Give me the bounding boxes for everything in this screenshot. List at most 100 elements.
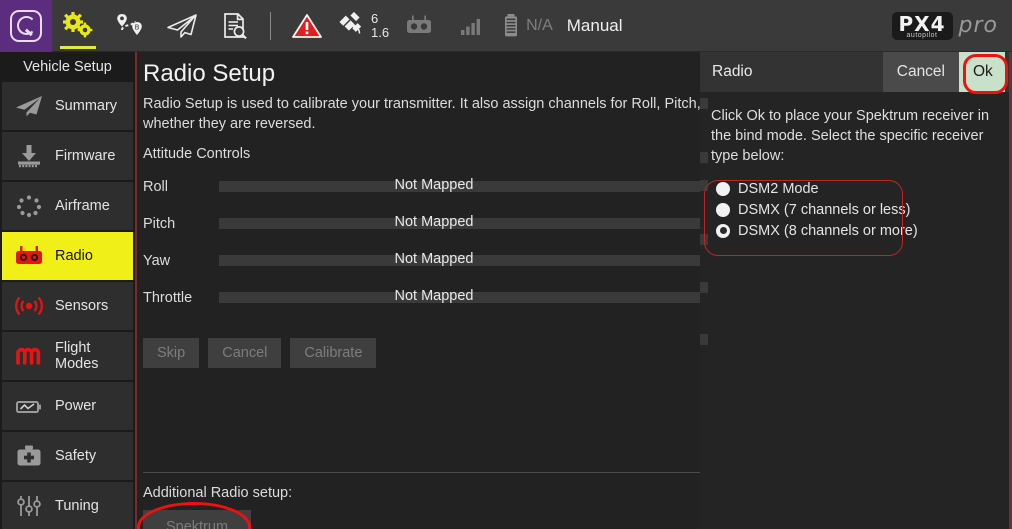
- channel-label: Pitch: [143, 216, 219, 232]
- sidebar-item-tuning[interactable]: Tuning: [2, 482, 133, 529]
- toolbar-analyze[interactable]: [208, 0, 260, 52]
- sidebar-label: Tuning: [55, 498, 99, 514]
- channel-row-throttle: Throttle Not Mapped: [143, 279, 700, 316]
- calibrate-button[interactable]: Calibrate: [290, 338, 376, 368]
- radio-option-dsm2[interactable]: DSM2 Mode: [716, 178, 998, 199]
- radio-button-icon-selected[interactable]: [716, 224, 730, 238]
- channel-monitor-bar: Not Mapped: [219, 181, 700, 192]
- dialog-body: Click Ok to place your Spektrum receiver…: [700, 92, 1009, 241]
- toolbar-telemetry-status[interactable]: [445, 0, 497, 52]
- signal-bars-icon: [458, 14, 484, 38]
- battery-power-icon: [12, 391, 46, 421]
- radio-option-dsmx-7ch[interactable]: DSMX (7 channels or less): [716, 199, 998, 220]
- sidebar-item-airframe[interactable]: Airframe: [2, 182, 133, 230]
- gears-icon: [61, 11, 95, 41]
- sidebar-item-radio[interactable]: Radio: [2, 232, 133, 280]
- toolbar-divider: [270, 12, 271, 40]
- sidebar-label: Sensors: [55, 298, 108, 314]
- gps-hdop-value: 1.6: [371, 26, 389, 40]
- satellite-icon: [337, 12, 367, 40]
- dialog-ok-button[interactable]: Ok: [959, 52, 1005, 92]
- toolbar-vehicle-setup[interactable]: [52, 0, 104, 52]
- skip-button[interactable]: Skip: [143, 338, 199, 368]
- qgc-logo-button[interactable]: [0, 0, 52, 52]
- scroll-indicator: [700, 282, 708, 293]
- receiver-type-radio-group: DSM2 Mode DSMX (7 channels or less) DSMX…: [711, 175, 998, 241]
- channel-monitor-bar: Not Mapped: [219, 218, 700, 229]
- channel-value: Not Mapped: [219, 214, 649, 230]
- toolbar-battery-status[interactable]: N/A: [497, 12, 557, 40]
- sidebar-item-firmware[interactable]: Firmware: [2, 132, 133, 180]
- cancel-calibration-button[interactable]: Cancel: [208, 338, 281, 368]
- flight-modes-icon: [12, 341, 46, 371]
- channel-row-yaw: Yaw Not Mapped: [143, 242, 700, 279]
- px4-brand-logo: PX4 autopilot pro: [892, 12, 1012, 40]
- sensor-waves-icon: [12, 291, 46, 321]
- vehicle-setup-sidebar: Vehicle Setup Summary Firmware: [0, 52, 137, 529]
- rotor-dots-icon: [12, 191, 46, 221]
- channel-value: Not Mapped: [219, 288, 649, 304]
- first-aid-kit-icon: [12, 441, 46, 471]
- sidebar-item-summary[interactable]: Summary: [2, 82, 133, 130]
- sidebar-item-sensors[interactable]: Sensors: [2, 282, 133, 330]
- toolbar-warning[interactable]: [281, 0, 333, 52]
- gps-satellite-count: 6: [371, 12, 389, 26]
- qgc-logo-icon: [10, 10, 42, 42]
- radio-option-label: DSM2 Mode: [738, 181, 819, 197]
- spektrum-bind-button[interactable]: Spektrum Bind: [143, 510, 251, 529]
- page-title: Radio Setup: [143, 60, 700, 88]
- paper-plane-icon: [12, 91, 46, 121]
- channel-value: Not Mapped: [219, 251, 649, 267]
- main-toolbar: B: [0, 0, 1012, 52]
- svg-text:B: B: [135, 23, 140, 31]
- dialog-title: Radio: [700, 63, 883, 81]
- rc-transmitter-icon: [403, 13, 435, 39]
- radio-setup-panel: Radio Setup Radio Setup is used to calib…: [137, 52, 700, 529]
- channel-row-roll: Roll Not Mapped: [143, 168, 700, 205]
- sidebar-label: Firmware: [55, 148, 115, 164]
- px4-brand-sub: autopilot: [907, 32, 938, 39]
- channel-monitor-bar: Not Mapped: [219, 292, 700, 303]
- sidebar-item-safety[interactable]: Safety: [2, 432, 133, 480]
- sidebar-item-power[interactable]: Power: [2, 382, 133, 430]
- sidebar-label: Airframe: [55, 198, 110, 214]
- toolbar-gps-status[interactable]: 6 1.6: [333, 12, 393, 40]
- spektrum-bind-dialog: Radio Cancel Ok Click Ok to place your S…: [700, 52, 1009, 529]
- channel-label: Throttle: [143, 290, 219, 306]
- px4-brand-suffix: pro: [959, 13, 998, 38]
- radio-option-label: DSMX (7 channels or less): [738, 202, 910, 218]
- scroll-indicator: [700, 334, 708, 345]
- sidebar-label: Summary: [55, 98, 117, 114]
- section-divider: [143, 472, 700, 473]
- dialog-instruction-text: Click Ok to place your Spektrum receiver…: [711, 106, 998, 166]
- channel-row-pitch: Pitch Not Mapped: [143, 205, 700, 242]
- sidebar-label: Radio: [55, 248, 93, 264]
- radio-button-icon[interactable]: [716, 203, 730, 217]
- battery-value: N/A: [526, 17, 553, 35]
- sidebar-item-flight-modes[interactable]: Flight Modes: [2, 332, 133, 380]
- radio-option-label: DSMX (8 channels or more): [738, 223, 918, 239]
- spektrum-bind-wrapper: Spektrum Bind: [143, 510, 251, 529]
- calibration-button-row: Skip Cancel Calibrate: [143, 338, 700, 368]
- toolbar-fly[interactable]: [156, 0, 208, 52]
- route-waypoints-icon: B: [113, 10, 147, 42]
- channel-label: Yaw: [143, 253, 219, 269]
- toolbar-rc-status[interactable]: [393, 0, 445, 52]
- toolbar-plan[interactable]: B: [104, 0, 156, 52]
- sidebar-label: Flight Modes: [55, 340, 133, 372]
- paper-plane-icon: [164, 11, 200, 41]
- flight-mode-selector[interactable]: Manual: [557, 16, 633, 36]
- attitude-controls-label: Attitude Controls: [143, 146, 700, 162]
- sidebar-label: Power: [55, 398, 96, 414]
- radio-button-icon[interactable]: [716, 182, 730, 196]
- rc-transmitter-icon: [12, 241, 46, 271]
- page-description: Radio Setup is used to calibrate your tr…: [143, 95, 700, 134]
- channel-label: Roll: [143, 179, 219, 195]
- dialog-cancel-button[interactable]: Cancel: [883, 52, 959, 92]
- radio-option-dsmx-8ch[interactable]: DSMX (8 channels or more): [716, 220, 998, 241]
- sliders-icon: [12, 491, 46, 521]
- sidebar-label: Safety: [55, 448, 96, 464]
- dialog-header: Radio Cancel Ok: [700, 52, 1009, 92]
- battery-icon: [501, 12, 521, 40]
- px4-brand-main: PX4: [899, 14, 946, 34]
